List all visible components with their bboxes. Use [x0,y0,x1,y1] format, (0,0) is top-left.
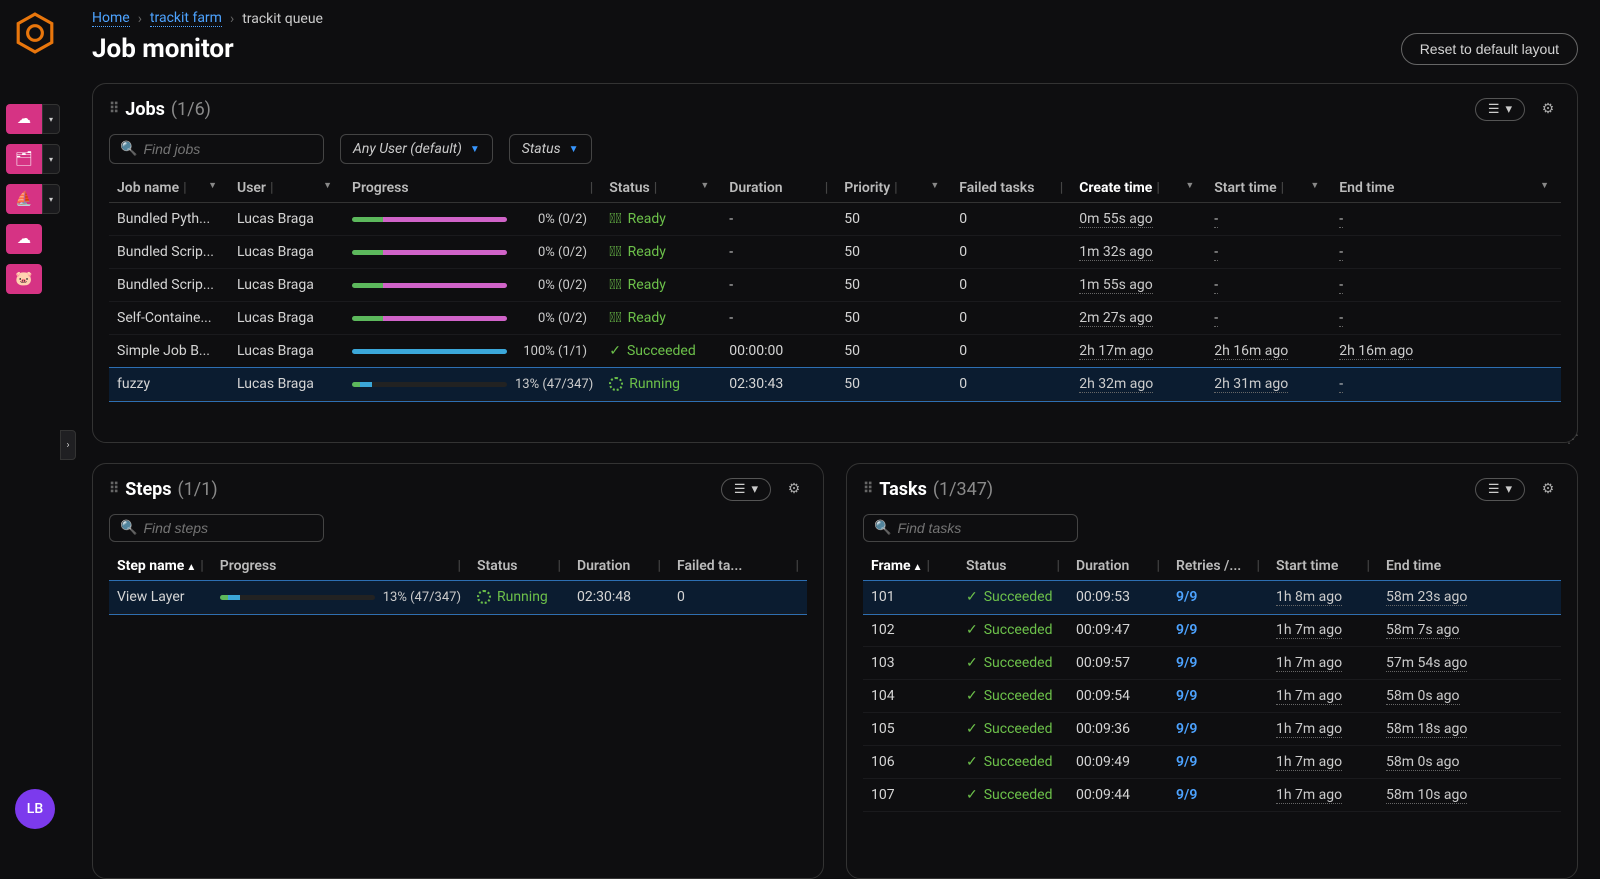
drag-handle-icon[interactable]: ⠿ [109,481,119,497]
table-row[interactable]: 101✓ Succeeded00:09:539/91h 8m ago58m 23… [863,581,1561,614]
table-row[interactable]: Bundled Scrip...Lucas Braga0% (0/2)✓⃝ Re… [109,269,1561,302]
steps-table: Step name▲| Progress| Status| Duration| … [109,552,807,614]
list-icon: ☰ [734,482,746,497]
breadcrumb: Home › trackit farm › trackit queue [92,10,1578,27]
table-row[interactable]: 105✓ Succeeded00:09:369/91h 7m ago58m 18… [863,713,1561,746]
sidebar-folders-dropdown[interactable]: ▾ [42,144,60,174]
tasks-settings-button[interactable]: ⚙ [1535,476,1561,502]
table-row[interactable]: fuzzyLucas Braga13% (47/347) Running02:3… [109,368,1561,401]
tasks-count: (1/347) [933,479,993,500]
steps-search-input[interactable]: 🔍 [109,514,324,542]
tasks-view-menu[interactable]: ☰▾ [1475,478,1525,501]
breadcrumb-home[interactable]: Home [92,10,130,27]
chevron-down-icon: ▼ [470,144,480,155]
jobs-settings-button[interactable]: ⚙ [1535,96,1561,122]
steps-search-field[interactable] [143,520,313,536]
user-filter-dropdown[interactable]: Any User (default) ▼ [340,134,493,164]
sidebar-folders-icon[interactable]: 🗂 [6,144,42,174]
sidebar-save-icon[interactable]: 🐷 [6,264,42,294]
page-title: Job monitor [92,34,234,64]
jobs-title: Jobs [125,99,165,120]
chevron-down-icon: ▼ [569,144,579,155]
table-row[interactable]: View Layer13% (47/347) Running02:30:480 [109,581,807,614]
chevron-down-icon: ▾ [751,482,758,497]
gear-icon: ⚙ [788,481,801,497]
table-row[interactable]: Bundled Pyth...Lucas Braga0% (0/2)✓⃝ Rea… [109,203,1561,236]
table-row[interactable]: Bundled Scrip...Lucas Braga0% (0/2)✓⃝ Re… [109,236,1561,269]
tasks-search-input[interactable]: 🔍 [863,514,1078,542]
chevron-down-icon: ▾ [1505,102,1512,117]
sidebar: ☁ ▾ 🗂 ▾ ⛵ ▾ ☁ 🐷 › LB [0,0,70,879]
gear-icon: ⚙ [1542,481,1555,497]
avatar[interactable]: LB [15,789,55,829]
sidebar-ship-icon[interactable]: ⛵ [6,184,42,214]
reset-layout-button[interactable]: Reset to default layout [1401,33,1578,65]
chevron-right-icon: › [138,11,142,27]
drag-handle-icon[interactable]: ⠿ [863,481,873,497]
chevron-down-icon: ▾ [1505,482,1512,497]
chevron-right-icon: › [230,11,234,27]
list-icon: ☰ [1488,102,1500,117]
breadcrumb-farm[interactable]: trackit farm [150,10,222,27]
steps-settings-button[interactable]: ⚙ [781,476,807,502]
sidebar-ship-dropdown[interactable]: ▾ [42,184,60,214]
tasks-table: Frame▲| Status| Duration| Retries /...| … [863,552,1561,812]
jobs-search-input[interactable]: 🔍 [109,134,324,164]
table-row[interactable]: 102✓ Succeeded00:09:479/91h 7m ago58m 7s… [863,614,1561,647]
breadcrumb-current: trackit queue [242,11,323,27]
sidebar-expand-handle[interactable]: › [60,430,76,460]
sidebar-cloud-dropdown[interactable]: ▾ [42,104,60,134]
table-row[interactable]: 106✓ Succeeded00:09:499/91h 7m ago58m 0s… [863,746,1561,779]
jobs-table: Job name▼| User▼| Progress| Status▼| Dur… [109,174,1561,401]
jobs-view-menu[interactable]: ☰ ▾ [1475,98,1525,121]
steps-title: Steps [125,479,171,500]
table-row[interactable]: 104✓ Succeeded00:09:549/91h 7m ago58m 0s… [863,680,1561,713]
steps-view-menu[interactable]: ☰▾ [721,478,771,501]
drag-handle-icon[interactable]: ⠿ [109,101,119,117]
table-row[interactable]: Self-Containe...Lucas Braga0% (0/2)✓⃝ Re… [109,302,1561,335]
search-icon: 🔍 [874,520,891,536]
jobs-search-field[interactable] [143,141,313,157]
list-icon: ☰ [1488,482,1500,497]
app-logo [14,12,56,54]
jobs-panel: ⠿ Jobs (1/6) ☰ ▾ ⚙ 🔍 Any User (default) [92,83,1578,443]
table-row[interactable]: 103✓ Succeeded00:09:579/91h 7m ago57m 54… [863,647,1561,680]
search-icon: 🔍 [120,520,137,536]
sidebar-cloud2-icon[interactable]: ☁ [6,224,42,254]
tasks-title: Tasks [879,479,927,500]
gear-icon: ⚙ [1542,101,1555,117]
resize-handle-icon[interactable]: ⋰ [1567,432,1579,446]
sidebar-cloud-icon[interactable]: ☁ [6,104,42,134]
search-icon: 🔍 [120,141,137,157]
tasks-panel: ⠿ Tasks (1/347) ☰▾ ⚙ 🔍 Frame▲| [846,463,1578,879]
table-row[interactable]: Simple Job B...Lucas Braga100% (1/1)✓ Su… [109,335,1561,368]
steps-count: (1/1) [178,479,218,500]
status-filter-dropdown[interactable]: Status ▼ [509,134,592,164]
jobs-count: (1/6) [171,99,211,120]
table-row[interactable]: 107✓ Succeeded00:09:449/91h 7m ago58m 10… [863,779,1561,812]
tasks-search-field[interactable] [897,520,1067,536]
steps-panel: ⠿ Steps (1/1) ☰▾ ⚙ 🔍 Step name▲| [92,463,824,879]
